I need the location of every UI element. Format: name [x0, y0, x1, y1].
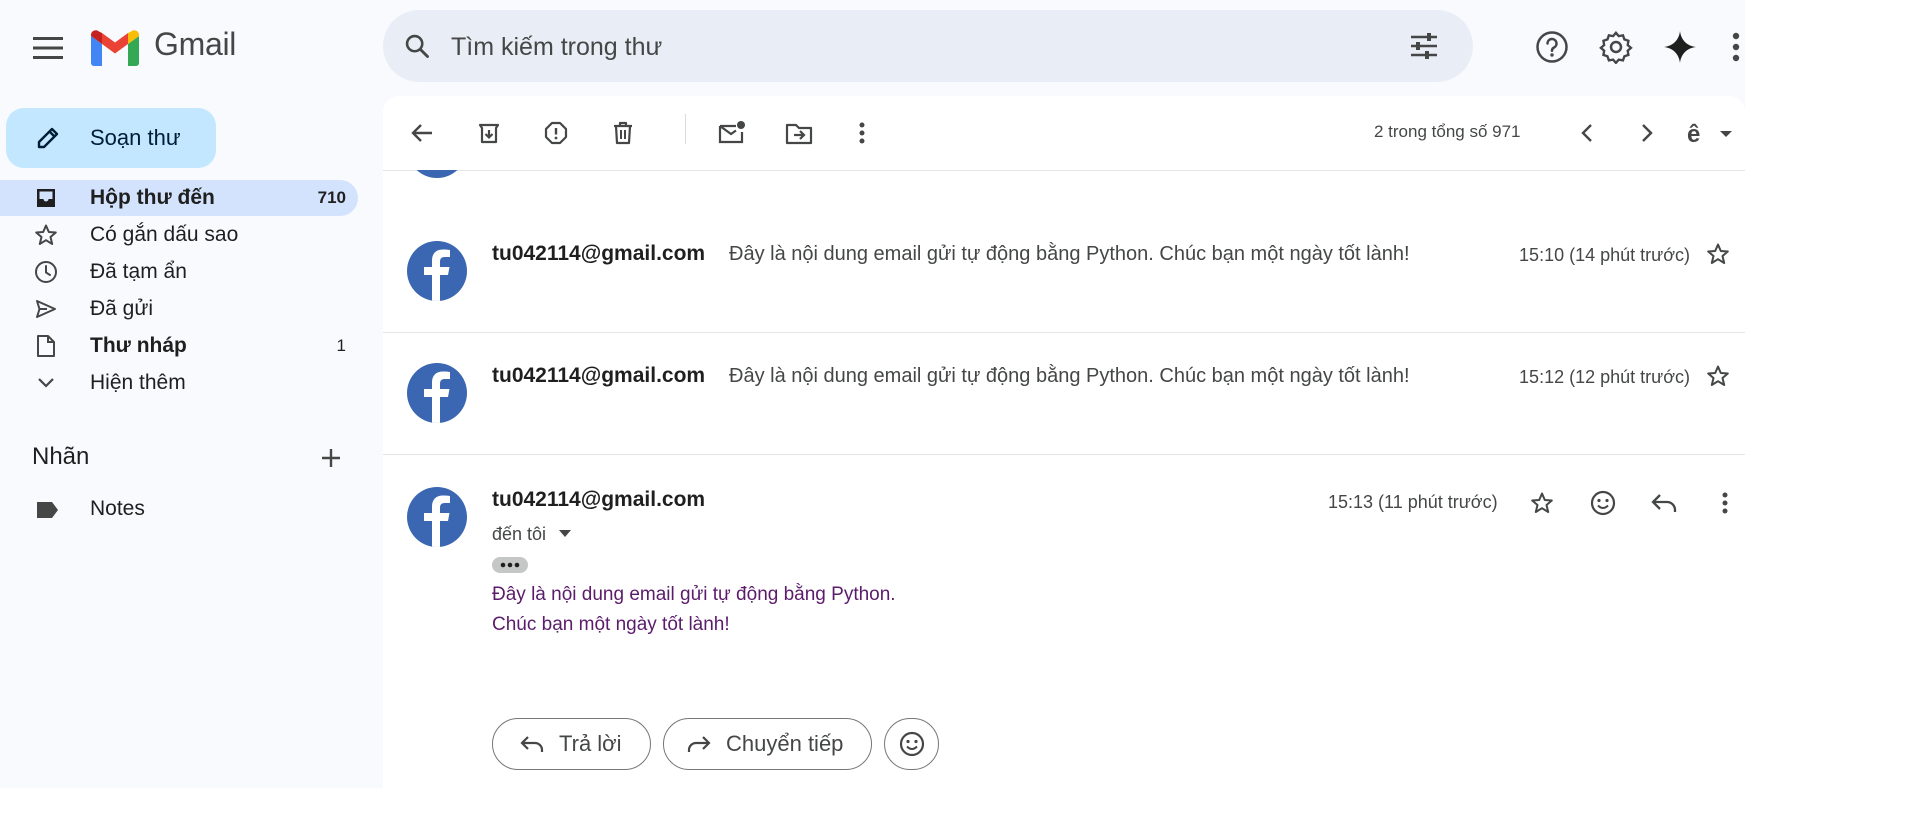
star-icon	[33, 222, 59, 248]
message-time: 15:12 (12 phút trước)	[1519, 367, 1690, 387]
report-spam-icon[interactable]	[540, 117, 572, 149]
show-trimmed-content-button[interactable]	[492, 557, 528, 573]
inbox-icon	[34, 186, 58, 210]
star-icon[interactable]	[1527, 488, 1557, 518]
recipient-label[interactable]: đến tôi	[492, 524, 546, 545]
star-icon[interactable]	[1703, 361, 1733, 391]
sidebar-label-notes[interactable]: Notes	[90, 497, 145, 521]
search-bar[interactable]	[383, 10, 1473, 84]
help-icon[interactable]	[1532, 27, 1572, 67]
sidebar-item-starred[interactable]: Có gắn dấu sao	[0, 217, 358, 253]
archive-icon[interactable]	[473, 117, 505, 149]
input-tools-icon[interactable]: ê	[1683, 117, 1737, 149]
forward-button[interactable]: Chuyển tiếp	[663, 718, 872, 770]
reply-label: Trả lời	[559, 731, 622, 756]
sidebar-item-label: Hiện thêm	[90, 371, 186, 394]
sidebar-item-label: Có gắn dấu sao	[90, 223, 239, 246]
unread-count: 710	[317, 188, 346, 207]
caret-down-icon[interactable]	[557, 526, 573, 542]
mark-unread-icon[interactable]	[715, 116, 749, 148]
gmail-logo-icon[interactable]	[90, 29, 140, 67]
message-time: 15:10 (14 phút trước)	[1519, 245, 1690, 265]
clock-icon	[33, 259, 59, 285]
sidebar-item-sent[interactable]: Đã gửi	[0, 291, 358, 327]
forward-label: Chuyển tiếp	[726, 731, 844, 756]
message-view: 2 trong tổng số 971 ê tu042114@gmail.com…	[383, 96, 1745, 788]
message-body-line: Đây là nội dung email gửi tự động bằng P…	[492, 584, 896, 605]
pagination-label: 2 trong tổng số 971	[1374, 122, 1521, 141]
gemini-sparkle-icon[interactable]	[1660, 27, 1700, 67]
next-icon[interactable]	[1631, 117, 1663, 149]
emoji-reaction-icon[interactable]	[1588, 488, 1618, 518]
more-icon[interactable]	[852, 117, 872, 149]
draft-count: 1	[336, 336, 346, 355]
sidebar-item-more[interactable]: Hiện thêm	[0, 365, 358, 401]
apps-more-icon[interactable]	[1728, 27, 1744, 67]
message-toolbar: 2 trong tổng số 971 ê	[383, 96, 1745, 171]
sidebar-item-drafts[interactable]: Thư nháp 1	[0, 328, 358, 364]
message-body-line: Chúc bạn một ngày tốt lành!	[492, 614, 730, 635]
sender-email: tu042114@gmail.com	[492, 242, 706, 265]
draft-icon	[34, 333, 58, 359]
compose-label: Soạn thư	[90, 125, 181, 150]
gmail-app: Gmail Soạn thư Hộp thư đến 710	[0, 0, 1745, 788]
sender-email: tu042114@gmail.com	[492, 488, 706, 511]
search-input[interactable]	[449, 10, 1353, 84]
main-menu-icon[interactable]	[28, 28, 68, 68]
sidebar-item-inbox[interactable]: Hộp thư đến 710	[0, 180, 358, 216]
sidebar-item-label: Hộp thư đến	[90, 186, 215, 209]
labels-heading: Nhãn	[32, 443, 90, 470]
back-icon[interactable]	[406, 117, 438, 149]
reply-button[interactable]: Trả lời	[492, 718, 651, 770]
gmail-logo-text[interactable]: Gmail	[154, 26, 236, 63]
move-to-icon[interactable]	[782, 117, 816, 149]
emoji-reaction-button[interactable]	[884, 718, 939, 770]
pencil-icon	[34, 124, 62, 152]
chevron-down-icon	[34, 372, 58, 394]
reply-icon[interactable]	[1649, 488, 1679, 518]
collapsed-message[interactable]: tu042114@gmail.com Đây là nội dung email…	[383, 211, 1745, 333]
delete-icon[interactable]	[607, 117, 639, 149]
add-label-icon[interactable]	[316, 443, 346, 473]
sender-email: tu042114@gmail.com	[492, 364, 706, 387]
settings-gear-icon[interactable]	[1596, 27, 1636, 67]
sidebar-item-label: Đã gửi	[90, 297, 154, 320]
sidebar-item-label: Thư nháp	[90, 334, 187, 357]
star-icon[interactable]	[1703, 239, 1733, 269]
label-icon	[34, 498, 60, 522]
svg-text:ê: ê	[1687, 121, 1700, 146]
toolbar-divider	[685, 114, 686, 144]
message-snippet: Đây là nội dung email gửi tự động bằng P…	[729, 365, 1410, 387]
collapsed-message[interactable]: tu042114@gmail.com Đây là nội dung email…	[383, 333, 1745, 455]
avatar	[407, 363, 467, 423]
send-icon	[33, 296, 59, 322]
sidebar-item-label: Đã tạm ẩn	[90, 260, 187, 283]
forward-icon	[686, 731, 712, 757]
avatar	[407, 241, 467, 301]
avatar	[407, 487, 467, 547]
compose-button[interactable]: Soạn thư	[6, 108, 216, 168]
reply-icon	[519, 731, 545, 757]
message-snippet: Đây là nội dung email gửi tự động bằng P…	[729, 243, 1410, 265]
search-options-icon[interactable]	[1407, 30, 1441, 62]
prev-icon[interactable]	[1571, 117, 1603, 149]
search-icon[interactable]	[401, 30, 433, 62]
emoji-icon	[898, 730, 926, 758]
sidebar-item-snoozed[interactable]: Đã tạm ẩn	[0, 254, 358, 290]
more-icon[interactable]	[1715, 488, 1735, 518]
message-time: 15:13 (11 phút trước)	[1328, 492, 1498, 512]
